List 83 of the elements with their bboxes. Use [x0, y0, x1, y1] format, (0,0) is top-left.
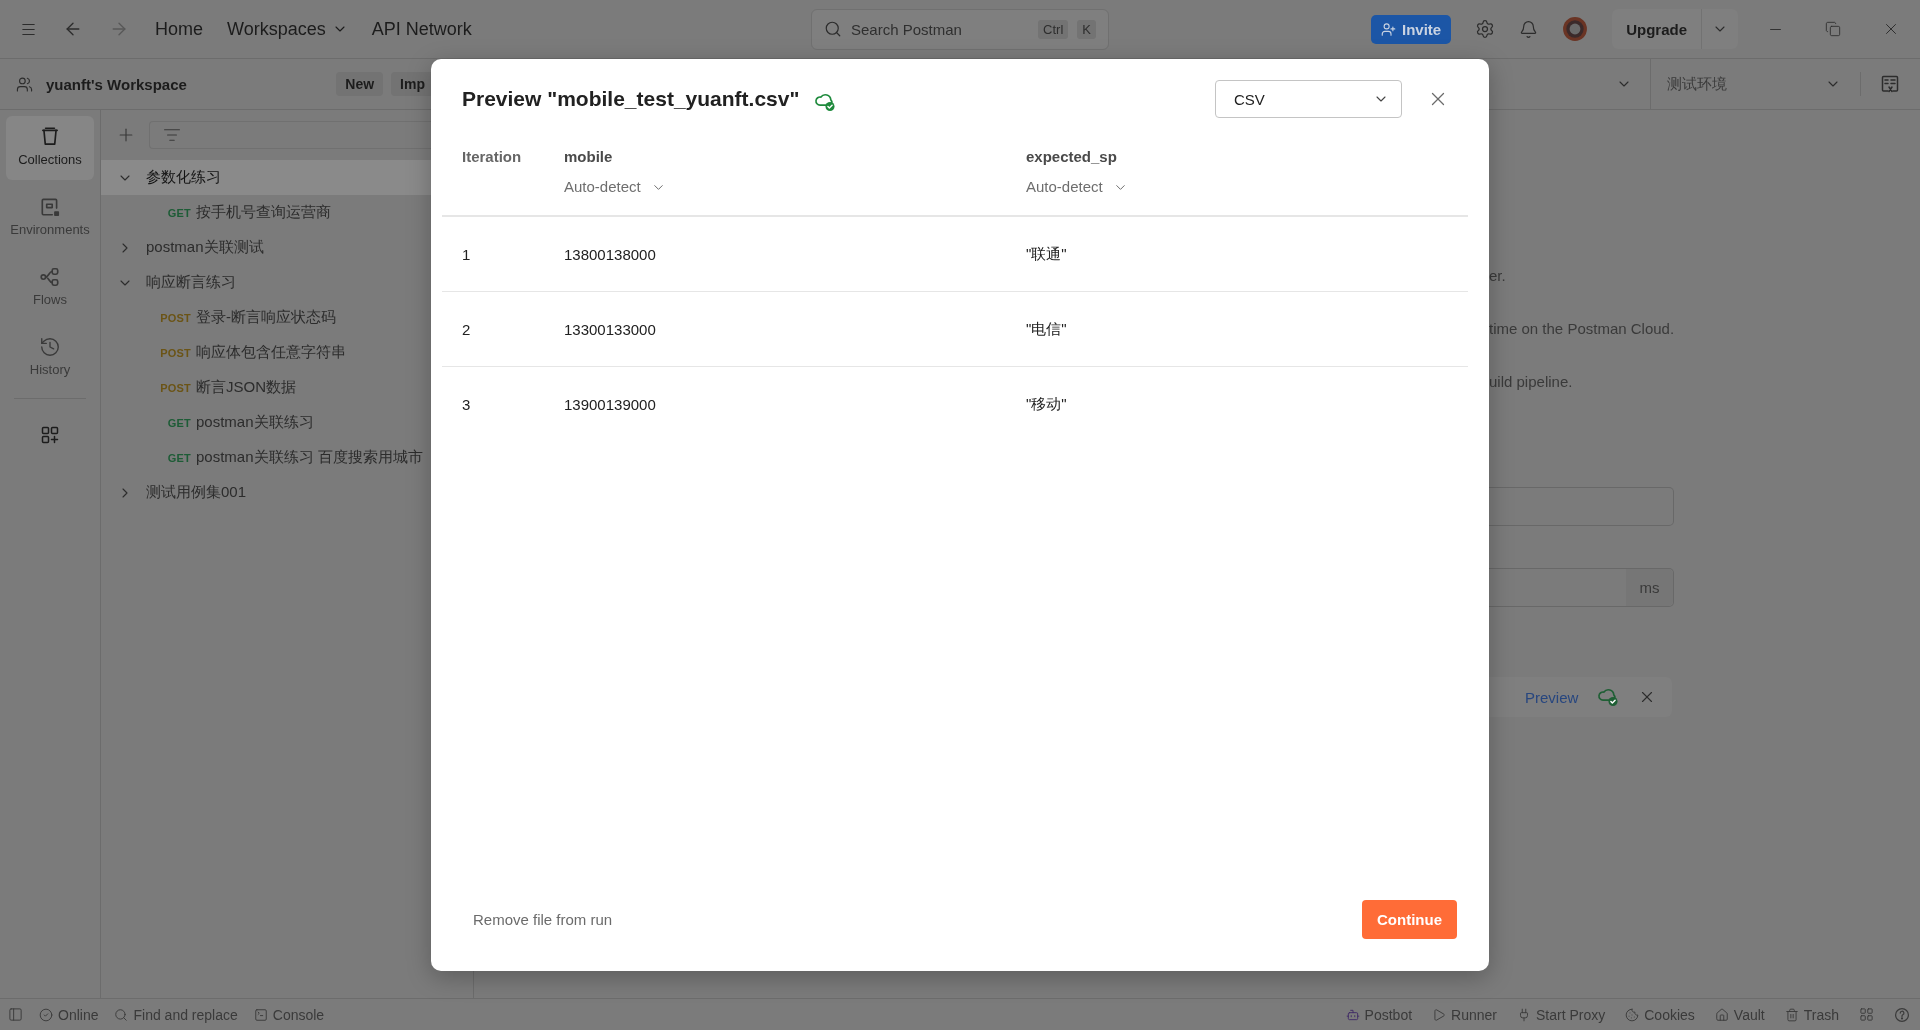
type-dropdown[interactable]: Auto-detect	[1026, 177, 1128, 197]
cloud-check-icon	[1597, 687, 1620, 707]
flow-icon	[39, 266, 61, 288]
status-bar-button[interactable]: Postbot	[1345, 1006, 1413, 1023]
table-cell-text: 1	[461, 245, 472, 263]
table-cell-text: 13300133000	[563, 320, 657, 338]
nav-link[interactable]: API Network	[371, 18, 472, 40]
file-type-select[interactable]: CSV	[1215, 80, 1402, 118]
table-cell-text: 13800138000	[563, 245, 657, 263]
invite-button[interactable]: Invite	[1370, 14, 1452, 44]
column-header: expected_sp	[1026, 147, 1117, 167]
search-icon	[824, 20, 842, 38]
header-button[interactable]: New	[336, 72, 384, 96]
bot-icon	[1345, 1007, 1360, 1022]
header-button[interactable]: Imp	[391, 72, 434, 96]
help-icon[interactable]	[1894, 1006, 1910, 1023]
status-bar-button[interactable]: Online	[39, 1006, 99, 1023]
terminal-icon	[253, 1007, 268, 1022]
dialog-title: Preview "mobile_test_yuanft.csv"	[462, 87, 800, 111]
table-cell-text: "联通"	[1025, 244, 1068, 264]
type-dropdown[interactable]: Auto-detect	[564, 177, 666, 197]
tree-folder-item[interactable]: 测试用例集001	[101, 475, 473, 510]
shortcut-key: K	[1077, 19, 1096, 39]
method-label: POST	[159, 381, 191, 394]
input-field[interactable]	[1489, 487, 1674, 526]
restore-icon[interactable]	[1825, 21, 1841, 37]
status-bar-button[interactable]: Vault	[1714, 1006, 1765, 1023]
search-icon	[114, 1007, 129, 1022]
continue-button[interactable]: Continue	[1362, 900, 1457, 939]
bell-icon[interactable]	[1519, 19, 1539, 39]
status-bar-button[interactable]: Cookies	[1625, 1006, 1695, 1023]
bin-icon	[39, 126, 61, 148]
description-text: er.	[1489, 266, 1507, 286]
cloud-check-icon	[814, 92, 837, 112]
trash-icon	[1784, 1007, 1799, 1022]
method-label: POST	[159, 311, 191, 324]
unit-label: ms	[1626, 569, 1673, 606]
method-label: GET	[166, 451, 191, 464]
grid-icon[interactable]	[1859, 1007, 1874, 1022]
status-bar-button[interactable]: Runner	[1432, 1006, 1497, 1023]
sidebar-tab[interactable]: Collections	[6, 116, 94, 180]
environment-icon	[39, 196, 61, 218]
delay-field[interactable]: ms	[1489, 568, 1674, 607]
table-cell-text: 2	[461, 320, 472, 338]
method-label: GET	[166, 416, 191, 429]
table-cell-text: 3	[461, 395, 472, 413]
table-cell-text: 13900139000	[563, 395, 657, 413]
cookie-icon	[1625, 1007, 1640, 1022]
add-apps-icon[interactable]	[40, 425, 60, 445]
avatar-icon[interactable]	[1562, 16, 1589, 42]
history-icon	[39, 336, 61, 358]
shortcut-key: Ctrl	[1038, 19, 1069, 39]
check-circle-icon	[39, 1007, 53, 1022]
status-bar-button[interactable]: Start Proxy	[1517, 1006, 1606, 1023]
table-cell-text: "移动"	[1025, 394, 1068, 414]
status-bar-button[interactable]: Trash	[1784, 1006, 1839, 1023]
settings-icon[interactable]	[1475, 19, 1496, 39]
preview-link[interactable]: Preview	[1525, 688, 1579, 706]
method-label: POST	[159, 346, 191, 359]
sidebar-toggle-icon[interactable]	[8, 1007, 23, 1022]
search-field[interactable]: Search Postman Ctrl K	[811, 8, 1109, 50]
users-icon	[16, 75, 33, 93]
sidebar-tab[interactable]: Environments	[6, 186, 94, 250]
play-icon	[1432, 1007, 1447, 1022]
description-text: time on the Postman Cloud.	[1489, 319, 1674, 339]
user-plus-icon	[1380, 21, 1396, 37]
sidebar-tab[interactable]: Flows	[6, 256, 94, 320]
house-icon	[1714, 1007, 1729, 1022]
remove-file-button[interactable]: Remove file from run	[473, 911, 613, 928]
method-label: GET	[166, 206, 191, 219]
tree-folder-item[interactable]: 响应断言练习	[101, 265, 473, 300]
column-header: mobile	[564, 147, 613, 167]
workspace-name: yuanft's Workspace	[46, 75, 187, 93]
status-bar-button[interactable]: Console	[253, 1006, 325, 1023]
nav-link[interactable]: Home	[155, 18, 203, 40]
variables-icon[interactable]	[1880, 74, 1900, 94]
table-cell-text: "电信"	[1025, 319, 1068, 339]
filter-icon	[163, 126, 181, 144]
plug-icon	[1517, 1007, 1531, 1022]
nav-menu[interactable]: Workspaces	[227, 18, 348, 40]
description-text: uild pipeline.	[1489, 372, 1574, 392]
sidebar-tab[interactable]: History	[6, 326, 94, 390]
status-bar-button[interactable]: Find and replace	[114, 1006, 238, 1023]
